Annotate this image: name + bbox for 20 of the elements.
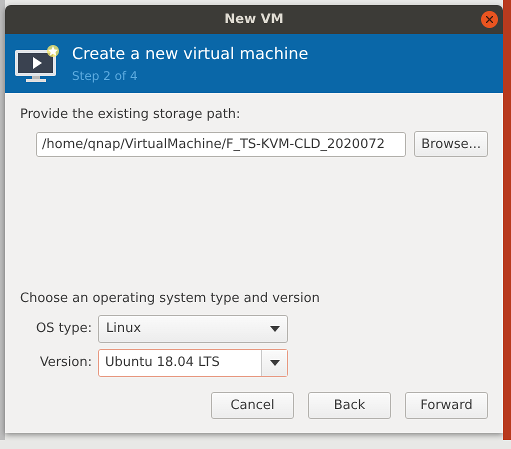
- os-type-dropdown[interactable]: Linux: [98, 314, 288, 342]
- monitor-star-icon: [14, 44, 60, 84]
- version-combo-field[interactable]: Ubuntu 18.04 LTS: [98, 348, 288, 376]
- field-label: Version:: [38, 355, 93, 370]
- browse-button[interactable]: Browse...: [414, 131, 488, 157]
- dialog-button[interactable]: Back: [308, 392, 391, 419]
- dialog-button[interactable]: Cancel: [211, 392, 294, 419]
- header-title: Create a new virtual machine: [72, 44, 308, 63]
- window-title: New VM: [224, 12, 284, 27]
- caret-down-icon: [270, 360, 280, 366]
- storage-path-label: Provide the existing storage path:: [20, 107, 242, 122]
- close-button[interactable]: [481, 11, 498, 28]
- storage-path-field[interactable]: /home/qnap/VirtualMachine/F_TS-KVM-CLD_2020072: [36, 132, 406, 156]
- os-section-label: Choose an operating system type and version: [20, 291, 321, 306]
- caret-down-icon: [270, 326, 280, 332]
- dropdown-button[interactable]: [261, 350, 287, 376]
- field-label: OS type:: [34, 321, 93, 336]
- close-icon: [486, 16, 493, 23]
- dialog-button[interactable]: Forward: [405, 392, 488, 419]
- step-indicator: Step 2 of 4: [72, 69, 139, 83]
